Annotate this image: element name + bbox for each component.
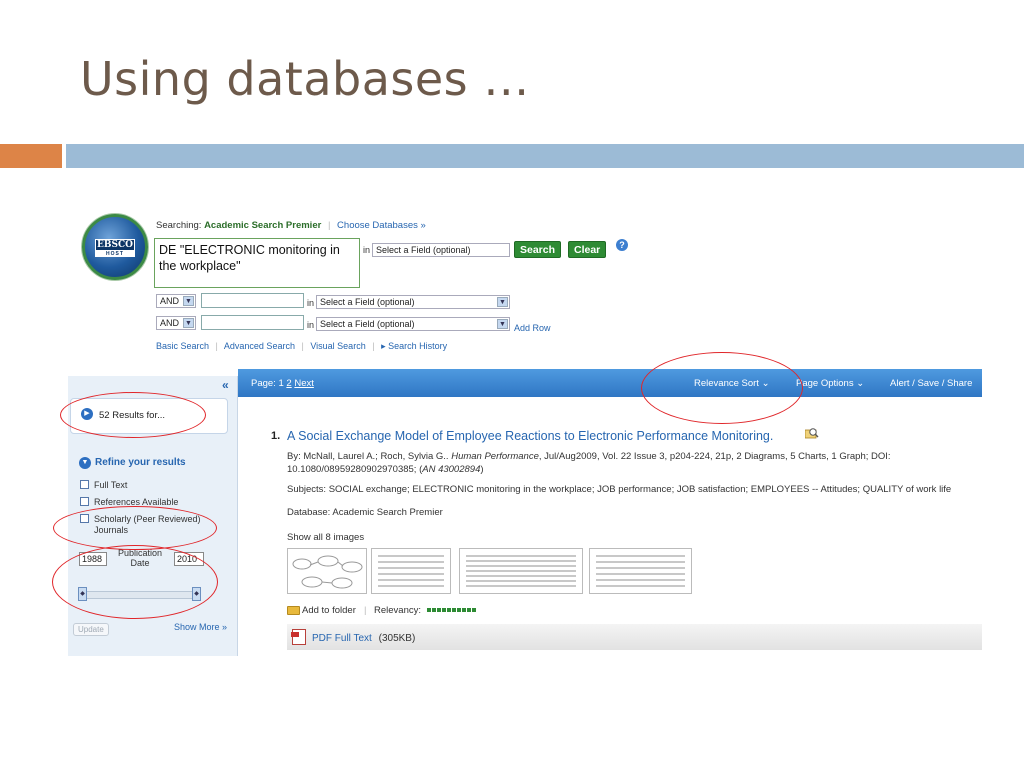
searching-label: Searching: bbox=[156, 220, 202, 231]
result-details: , Jul/Aug2009, Vol. 22 Issue 3, p204-224… bbox=[538, 451, 891, 462]
image-thumbnail-1[interactable] bbox=[287, 548, 367, 594]
result-number: 1. bbox=[271, 430, 281, 442]
play-icon: ▸ bbox=[381, 341, 386, 351]
help-icon[interactable]: ? bbox=[616, 239, 628, 251]
accent-bar-blue bbox=[66, 144, 1024, 168]
checkbox-references[interactable] bbox=[80, 497, 89, 506]
result-doi: 10.1080/08959280902970385; ( bbox=[287, 464, 423, 475]
slide-title: Using databases … bbox=[80, 52, 530, 106]
result-title-link[interactable]: A Social Exchange Model of Employee Reac… bbox=[287, 429, 773, 443]
page-2-link[interactable]: 2 bbox=[286, 378, 291, 389]
advanced-search-link[interactable]: Advanced Search bbox=[224, 341, 295, 351]
chevron-down-icon: ▼ bbox=[183, 318, 194, 328]
database-name: Academic Search Premier bbox=[204, 220, 322, 231]
show-more-link[interactable]: Show More » bbox=[174, 622, 227, 632]
result-journal: Human Performance bbox=[451, 451, 539, 462]
in-label: in bbox=[307, 320, 315, 330]
result-authors: By: McNall, Laurel A.; Roch, Sylvia G.. bbox=[287, 451, 449, 462]
chevron-down-circle-icon[interactable]: ▼ bbox=[79, 457, 91, 469]
chevron-down-icon: ▼ bbox=[183, 296, 194, 306]
add-row-link[interactable]: Add Row bbox=[514, 323, 551, 333]
annotation-circle-results bbox=[60, 392, 206, 438]
filter-label: Full Text bbox=[94, 480, 128, 490]
field-select-row-2[interactable]: Select a Field (optional) ▼ bbox=[316, 317, 510, 331]
annotation-circle-date bbox=[52, 545, 218, 619]
query-line-1: DE "ELECTRONIC monitoring in bbox=[159, 243, 340, 257]
pdf-size: (305KB) bbox=[378, 633, 416, 644]
next-page-link[interactable]: Next bbox=[294, 378, 314, 389]
add-to-folder-link[interactable]: Add to folder bbox=[302, 604, 356, 617]
result-doi-line: 10.1080/08959280902970385; (AN 43002894) bbox=[287, 463, 484, 476]
separator: | bbox=[372, 341, 375, 351]
logo-text: EBSCO bbox=[95, 239, 135, 251]
result-accession: AN 43002894 bbox=[422, 464, 481, 475]
collapse-panel-icon[interactable]: « bbox=[222, 378, 229, 392]
operator-value: AND bbox=[160, 296, 180, 306]
pdf-icon[interactable] bbox=[291, 629, 306, 645]
search-subnav: Basic Search | Advanced Search | Visual … bbox=[156, 341, 447, 352]
alert-save-share-link[interactable]: Alert / Save / Share bbox=[890, 378, 982, 389]
checkbox-full-text[interactable] bbox=[80, 480, 89, 489]
search-history-link[interactable]: Search History bbox=[388, 341, 447, 351]
pagination: Page: 1 2 Next bbox=[251, 378, 314, 389]
preview-magnifier-icon[interactable] bbox=[805, 427, 819, 439]
annotation-circle-scholarly bbox=[53, 506, 217, 550]
result-database: Database: Academic Search Premier bbox=[287, 507, 443, 518]
image-thumbnail-2[interactable] bbox=[371, 548, 451, 594]
operator-value: AND bbox=[160, 318, 180, 328]
searching-line: Searching: Academic Search Premier | Cho… bbox=[156, 220, 426, 231]
relevancy-label: Relevancy: bbox=[374, 605, 421, 616]
diagram-thumbnail-icon bbox=[292, 555, 363, 589]
search-input-row-2[interactable] bbox=[201, 315, 304, 330]
search-button[interactable]: Search bbox=[514, 241, 562, 258]
paren-close: ) bbox=[480, 464, 484, 475]
accent-bar-orange bbox=[0, 144, 62, 168]
pdf-full-text: PDF Full Text (305KB) bbox=[312, 633, 415, 644]
separator: | bbox=[327, 220, 331, 231]
update-button[interactable]: Update bbox=[73, 623, 109, 636]
annotation-circle-relevance bbox=[641, 352, 803, 424]
show-all-images-link[interactable]: Show all 8 images bbox=[287, 531, 364, 544]
operator-select-2[interactable]: AND ▼ bbox=[156, 316, 196, 330]
chevron-down-icon: ▼ bbox=[497, 297, 508, 307]
field-select-value: Select a Field (optional) bbox=[320, 319, 415, 329]
results-toolbar bbox=[238, 369, 982, 397]
image-thumbnail-4[interactable] bbox=[589, 548, 692, 594]
image-thumbnail-3[interactable] bbox=[459, 548, 583, 594]
page-options-dropdown[interactable]: Page Options ⌄ bbox=[796, 378, 864, 389]
field-select-main[interactable]: Select a Field (optional) bbox=[372, 243, 510, 257]
chevron-down-icon: ▼ bbox=[497, 319, 508, 329]
in-label: in bbox=[307, 298, 315, 308]
clear-button[interactable]: Clear bbox=[568, 241, 607, 258]
separator: | bbox=[301, 341, 304, 351]
pdf-full-text-link[interactable]: PDF Full Text bbox=[312, 633, 372, 644]
field-select-row-1[interactable]: Select a Field (optional) ▼ bbox=[316, 295, 510, 309]
search-input-row-1[interactable] bbox=[201, 293, 304, 308]
ebsco-logo: EBSCO HOST bbox=[82, 214, 148, 280]
refine-results-heading[interactable]: Refine your results bbox=[95, 457, 186, 468]
result-subjects: Subjects: SOCIAL exchange; ELECTRONIC mo… bbox=[287, 484, 952, 495]
logo-subtext: HOST bbox=[95, 251, 135, 257]
choose-databases-link[interactable]: Choose Databases » bbox=[337, 220, 426, 231]
field-select-value: Select a Field (optional) bbox=[376, 245, 471, 255]
page-label: Page: 1 bbox=[251, 378, 284, 389]
relevancy-bar bbox=[427, 608, 477, 612]
folder-icon[interactable] bbox=[287, 606, 300, 615]
query-line-2: the workplace" bbox=[159, 259, 241, 273]
separator: | bbox=[215, 341, 218, 351]
operator-select-1[interactable]: AND ▼ bbox=[156, 294, 196, 308]
main-search-input[interactable]: DE "ELECTRONIC monitoring in the workpla… bbox=[154, 238, 360, 288]
separator: | bbox=[364, 605, 367, 616]
field-select-value: Select a Field (optional) bbox=[320, 297, 415, 307]
result-authors-line: By: McNall, Laurel A.; Roch, Sylvia G.. … bbox=[287, 450, 891, 463]
basic-search-link[interactable]: Basic Search bbox=[156, 341, 209, 351]
in-label: in bbox=[363, 245, 371, 255]
visual-search-link[interactable]: Visual Search bbox=[310, 341, 365, 351]
